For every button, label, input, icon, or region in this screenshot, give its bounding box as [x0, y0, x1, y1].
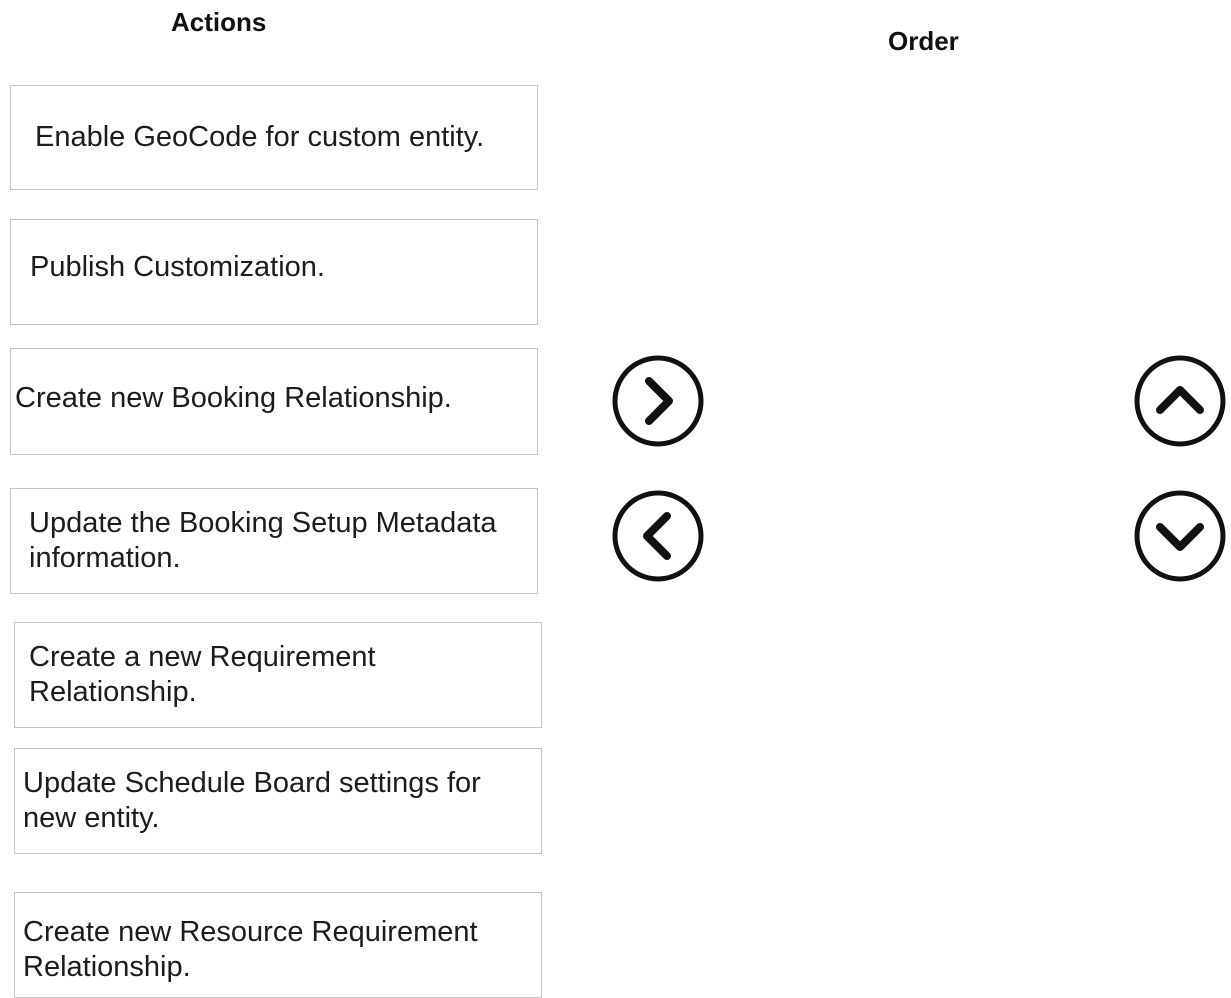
action-item-label: Enable GeoCode for custom entity. [35, 121, 485, 153]
move-up-button[interactable] [1132, 353, 1228, 449]
actions-heading: Actions [171, 7, 267, 37]
move-down-button[interactable] [1132, 488, 1228, 584]
action-item-create-booking-relationship[interactable]: Create new Booking Relationship. [10, 348, 538, 455]
action-item-label: Create new Resource Requirement Relation… [23, 916, 478, 983]
action-item-label: Publish Customization. [30, 251, 325, 283]
action-item-label: Update Schedule Board settings for new e… [23, 767, 481, 834]
action-item-create-requirement-relationship[interactable]: Create a new Requirement Relationship. [14, 622, 542, 728]
chevron-down-circle-icon [1134, 490, 1226, 582]
order-heading: Order [888, 26, 959, 56]
chevron-right-circle-icon [612, 355, 704, 447]
action-item-create-resource-requirement-relationship[interactable]: Create new Resource Requirement Relation… [14, 892, 542, 998]
action-item-label: Create a new Requirement Relationship. [29, 641, 376, 708]
action-item-label: Create new Booking Relationship. [15, 382, 452, 414]
move-right-button[interactable] [610, 353, 706, 449]
chevron-up-circle-icon [1134, 355, 1226, 447]
move-left-button[interactable] [610, 488, 706, 584]
action-item-label: Update the Booking Setup Metadata inform… [29, 507, 497, 574]
action-item-enable-geocode[interactable]: Enable GeoCode for custom entity. [10, 85, 538, 190]
chevron-left-circle-icon [612, 490, 704, 582]
order-drop-area[interactable] [720, 80, 1120, 980]
action-item-update-schedule-board-settings[interactable]: Update Schedule Board settings for new e… [14, 748, 542, 854]
action-item-update-booking-setup-metadata[interactable]: Update the Booking Setup Metadata inform… [10, 488, 538, 594]
action-item-publish-customization[interactable]: Publish Customization. [10, 219, 538, 325]
